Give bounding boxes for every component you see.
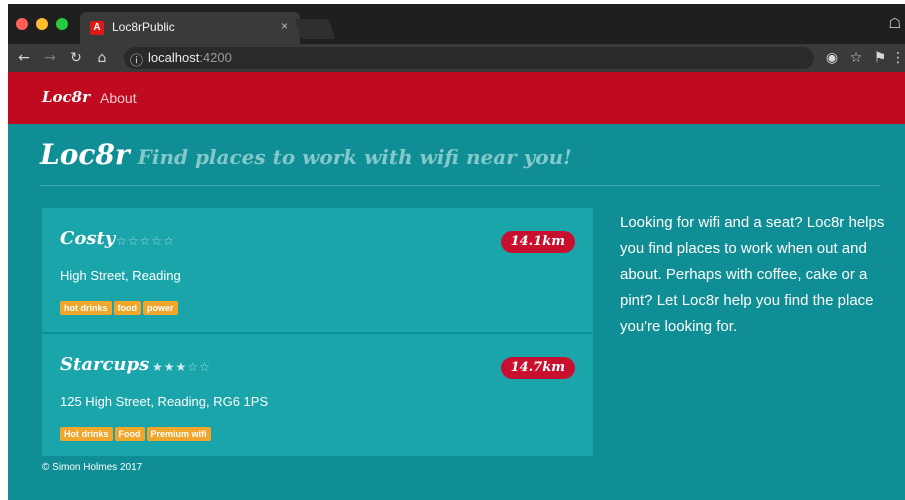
location-list: Costy ☆☆☆☆☆ 14.1km High Street, Reading …	[42, 208, 593, 456]
info-icon[interactable]: ⓘ	[130, 50, 143, 69]
facility-tag: hot drinks	[60, 301, 112, 315]
header-divider	[40, 185, 880, 186]
back-icon[interactable]: ←	[14, 48, 34, 68]
reload-icon[interactable]: ↻	[66, 48, 86, 68]
page-tagline: Find places to work with wifi near you!	[137, 145, 572, 169]
browser-tab-bar: A Loc8rPublic × ☖	[8, 4, 905, 44]
address-bar[interactable]: ⓘ localhost:4200	[124, 47, 814, 69]
star-filled-icon: ★	[163, 360, 176, 374]
extension-icon[interactable]: ⚑	[870, 48, 890, 68]
nav-about-link[interactable]: About	[100, 90, 137, 106]
facility-tag: food	[113, 301, 142, 315]
star-empty-icon: ☆	[163, 234, 175, 248]
location-name[interactable]: Costy	[60, 228, 115, 249]
star-empty-icon: ☆	[116, 234, 128, 248]
location-card[interactable]: Costy ☆☆☆☆☆ 14.1km High Street, Reading …	[42, 208, 593, 332]
browser-toolbar: ← → ↻ ⌂ ⓘ localhost:4200 ◉ ☆ ⚑ ⋮	[8, 44, 905, 72]
sidebar-description: Looking for wifi and a seat? Loc8r helps…	[620, 214, 885, 335]
star-empty-icon: ☆	[139, 234, 152, 248]
navbar-brand-link[interactable]: Loc8r	[42, 88, 90, 106]
new-tab-button[interactable]	[294, 19, 336, 39]
incognito-icon: ☖	[888, 16, 901, 32]
browser-window: A Loc8rPublic × ☖ ← → ↻ ⌂ ⓘ localhost:42…	[8, 4, 905, 500]
site-navbar: Loc8r About	[8, 72, 905, 124]
url-text[interactable]: localhost:4200	[148, 50, 232, 65]
location-name[interactable]: Starcups	[60, 354, 149, 375]
location-address: High Street, Reading	[60, 268, 181, 283]
star-filled-icon: ★	[175, 360, 188, 374]
star-empty-icon: ☆	[187, 360, 200, 374]
footer-copyright: © Simon Holmes 2017	[42, 462, 143, 473]
maximize-window-button[interactable]	[56, 18, 68, 30]
facility-tag: power	[143, 301, 178, 315]
facility-tags: hot drinks food power	[60, 296, 180, 315]
url-host: localhost	[148, 50, 200, 65]
location-icon[interactable]: ◉	[822, 48, 842, 68]
facility-tag: Premium wifi	[146, 427, 211, 441]
minimize-window-button[interactable]	[36, 18, 48, 30]
forward-icon[interactable]: →	[40, 48, 60, 68]
star-empty-icon: ☆	[127, 234, 140, 248]
star-empty-icon: ☆	[199, 360, 211, 374]
menu-icon[interactable]: ⋮	[888, 48, 905, 68]
star-filled-icon: ★	[152, 360, 164, 374]
distance-badge: 14.7km	[500, 357, 575, 379]
tab-title: Loc8rPublic	[112, 20, 175, 34]
page-title: Loc8r	[40, 138, 130, 171]
tab-close-icon[interactable]: ×	[281, 19, 288, 33]
location-address: 125 High Street, Reading, RG6 1PS	[60, 394, 269, 409]
browser-tab[interactable]: A Loc8rPublic ×	[80, 12, 300, 44]
facility-tag: Food	[114, 427, 145, 441]
rating-stars: ☆☆☆☆☆	[116, 234, 175, 248]
distance-badge: 14.1km	[500, 231, 575, 253]
facility-tags: Hot drinks Food Premium wifi	[60, 422, 213, 441]
facility-tag: Hot drinks	[60, 427, 113, 441]
close-window-button[interactable]	[16, 18, 28, 30]
location-card[interactable]: Starcups ★★★☆☆ 14.7km 125 High Street, R…	[42, 334, 593, 456]
home-icon[interactable]: ⌂	[92, 48, 112, 68]
angular-icon: A	[90, 21, 104, 35]
bookmark-star-icon[interactable]: ☆	[846, 48, 866, 68]
page-header: Loc8r Find places to work with wifi near …	[40, 138, 870, 178]
rating-stars: ★★★☆☆	[152, 360, 211, 374]
star-empty-icon: ☆	[151, 234, 164, 248]
url-port: :4200	[199, 50, 232, 65]
